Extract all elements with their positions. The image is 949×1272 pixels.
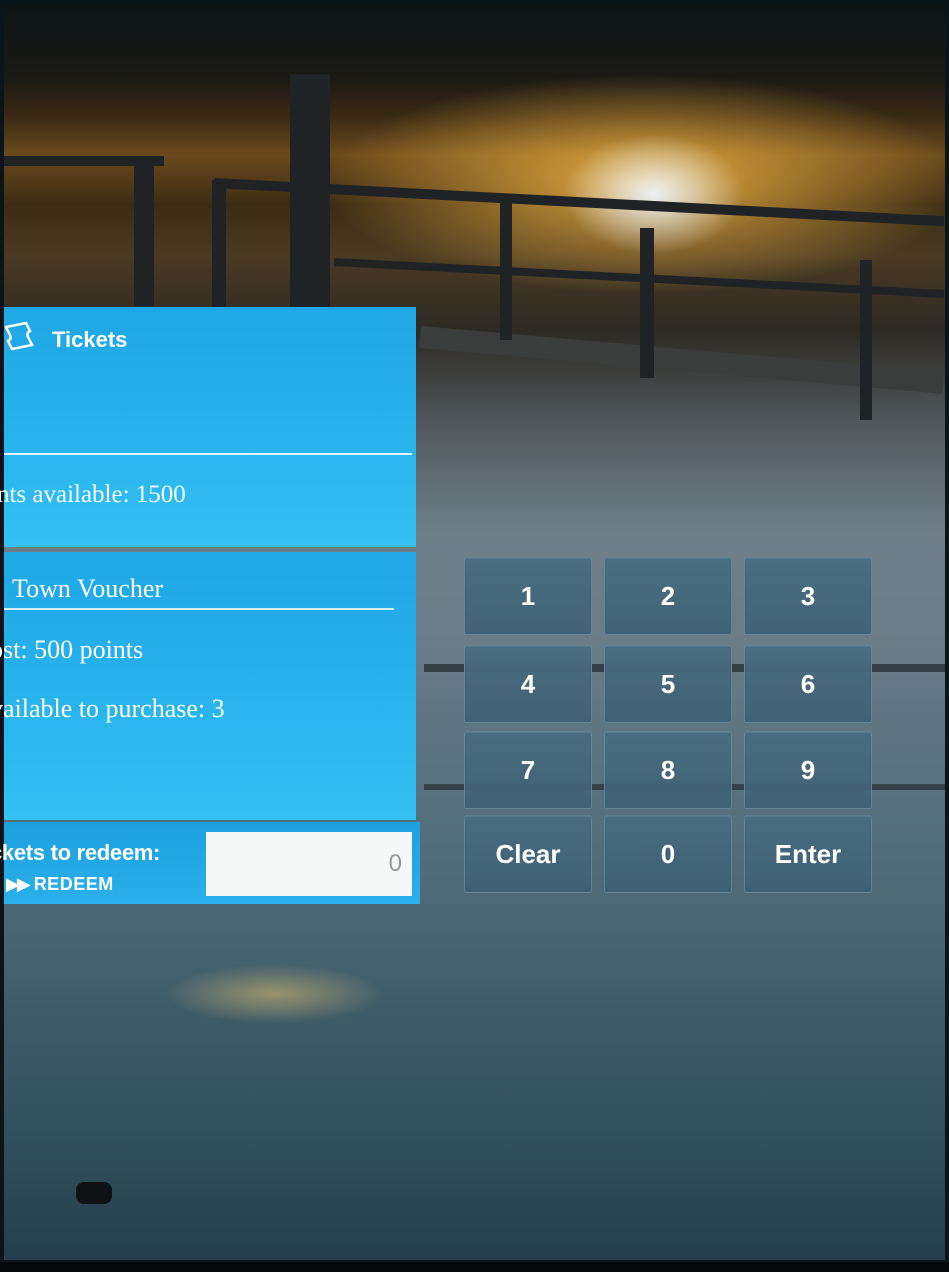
redeem-button-label: REDEEM — [33, 873, 114, 894]
dock-post — [212, 180, 226, 308]
screen-bezel — [0, 1262, 949, 1272]
redeem-button[interactable]: ▶▶ REDEEM — [6, 871, 114, 897]
dock-post — [500, 200, 512, 340]
key-8[interactable]: 8 — [604, 731, 732, 809]
points-available-text: ints available: 1500 — [0, 481, 186, 508]
divider — [4, 608, 394, 610]
play-arrows-icon: ▶▶ — [6, 873, 31, 894]
key-3[interactable]: 3 — [744, 557, 872, 635]
redeem-bar: ckets to redeem: ▶▶ REDEEM — [0, 822, 420, 904]
dock-post — [290, 74, 330, 314]
voucher-panel[interactable]: Town Voucher ost: 500 points vailable to… — [0, 552, 416, 820]
key-6[interactable]: 6 — [744, 645, 872, 723]
key-clear[interactable]: Clear — [464, 815, 592, 893]
voucher-cost: ost: 500 points — [0, 635, 144, 664]
light-reflection — [164, 964, 384, 1024]
key-7[interactable]: 7 — [464, 731, 592, 809]
tickets-panel: Tickets ints available: 1500 — [0, 307, 416, 547]
voucher-name: Town Voucher — [12, 574, 164, 603]
key-0[interactable]: 0 — [604, 815, 732, 893]
ticket-icon — [4, 321, 34, 351]
key-4[interactable]: 4 — [464, 645, 592, 723]
key-enter[interactable]: Enter — [744, 815, 872, 893]
numeric-keypad: 1 2 3 4 5 6 7 8 9 Clear 0 Enter — [464, 557, 876, 893]
key-5[interactable]: 5 — [604, 645, 732, 723]
dock-post — [640, 228, 654, 378]
key-2[interactable]: 2 — [604, 557, 732, 635]
redeem-quantity-input[interactable] — [206, 832, 412, 896]
divider — [4, 453, 412, 455]
tickets-title: Tickets — [52, 327, 128, 352]
key-9[interactable]: 9 — [744, 731, 872, 809]
dock-post — [134, 156, 154, 306]
tickets-to-redeem-label: ckets to redeem: — [0, 840, 161, 865]
voucher-available-count: vailable to purchase: 3 — [0, 694, 225, 723]
dock-post — [860, 260, 872, 420]
screen-smudge — [76, 1182, 112, 1204]
key-1[interactable]: 1 — [464, 557, 592, 635]
